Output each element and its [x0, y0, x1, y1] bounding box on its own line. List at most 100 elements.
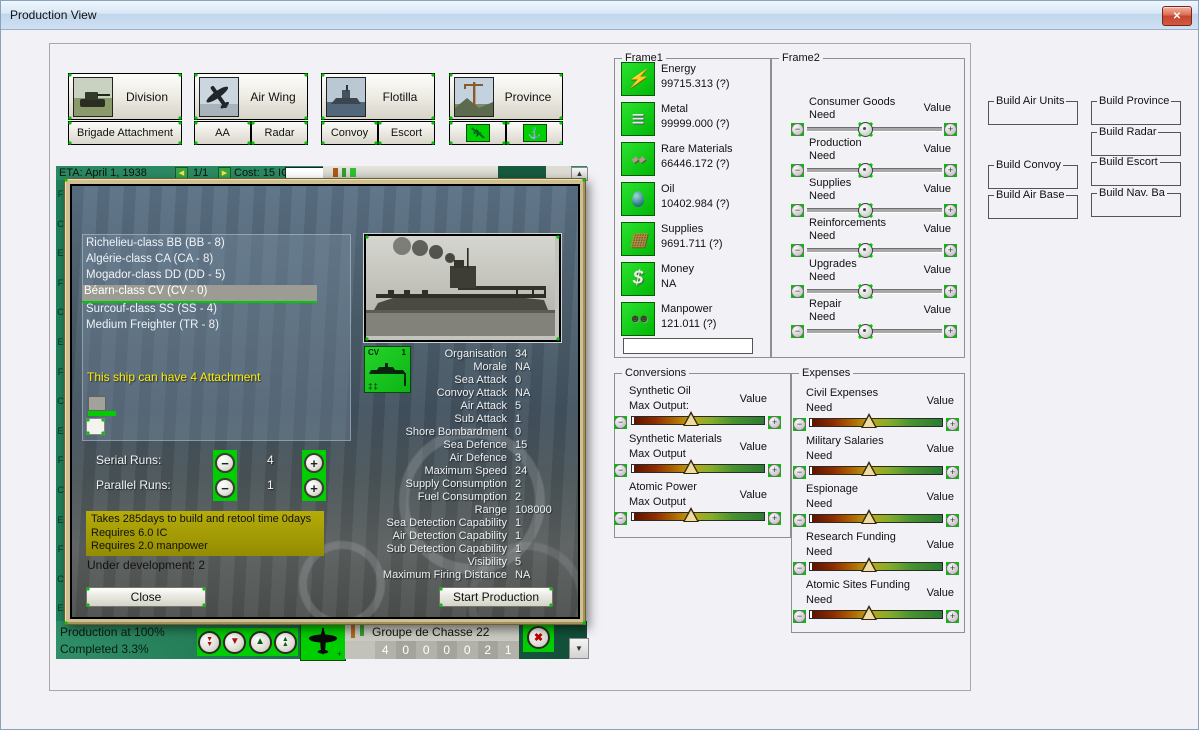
increase-button[interactable]: +	[946, 562, 959, 575]
scroll-down-button[interactable]: ▼	[569, 638, 589, 659]
decrease-button[interactable]: −	[614, 464, 627, 477]
increase-button[interactable]: +	[768, 512, 781, 525]
minus-icon: −	[791, 244, 804, 257]
convoy-button[interactable]: Convoy	[321, 121, 378, 145]
increase-button[interactable]: +	[946, 418, 959, 431]
minus-icon: −	[791, 325, 804, 338]
move-down-button[interactable]: ▼	[223, 630, 247, 654]
aa-button[interactable]: AA	[194, 121, 251, 145]
slider-thumb[interactable]	[858, 122, 873, 137]
air-wing-button[interactable]: Air Wing	[194, 73, 308, 120]
slider-value-label: Value	[926, 587, 954, 599]
ship-photo	[363, 233, 562, 343]
increase-button[interactable]: +	[946, 514, 959, 527]
decrease-button[interactable]: −	[793, 466, 806, 479]
unit-stat-cell: 0	[436, 641, 457, 659]
increase-button[interactable]: +	[768, 464, 781, 477]
plus-icon: +	[946, 466, 959, 479]
slider-thumb[interactable]	[683, 411, 699, 426]
slider-thumb[interactable]	[858, 284, 873, 299]
start-production-button[interactable]: Start Production	[439, 587, 553, 607]
increase-button[interactable]: +	[944, 285, 957, 298]
decrease-button[interactable]: −	[791, 164, 804, 177]
decrease-button[interactable]: −	[791, 204, 804, 217]
parallel-runs-increase-button[interactable]: +	[302, 475, 326, 501]
resource-value: 10402.984 (?)	[661, 198, 730, 210]
decrease-button[interactable]: −	[791, 123, 804, 136]
slider-thumb[interactable]	[683, 507, 699, 522]
stat-row: Range 108000	[474, 504, 552, 516]
slider-thumb[interactable]	[861, 509, 877, 524]
plus-icon: +	[304, 478, 324, 498]
decrease-button[interactable]: −	[791, 285, 804, 298]
decrease-button[interactable]: −	[793, 562, 806, 575]
flotilla-image	[326, 76, 366, 117]
increase-button[interactable]: +	[944, 164, 957, 177]
decrease-button[interactable]: −	[791, 244, 804, 257]
slider-thumb[interactable]	[861, 557, 877, 572]
decrease-button[interactable]: −	[793, 514, 806, 527]
brigade-attachment-button[interactable]: Brigade Attachment	[68, 121, 182, 145]
flotilla-button[interactable]: Flotilla	[321, 73, 435, 120]
attachment-slot[interactable]	[88, 396, 106, 411]
cancel-production-button[interactable]: ✖	[527, 626, 550, 649]
slider-track[interactable]	[807, 329, 942, 334]
province-image	[454, 76, 494, 117]
close-window-button[interactable]: ✕	[1162, 6, 1192, 26]
decrease-button[interactable]: −	[614, 416, 627, 429]
slider-thumb[interactable]	[858, 324, 873, 339]
slider-track[interactable]	[807, 208, 942, 213]
division-button[interactable]: Division	[68, 73, 182, 120]
right-arrow-icon: ▶	[221, 170, 228, 177]
slider-thumb[interactable]	[861, 461, 877, 476]
slider-sublabel: Need	[809, 109, 836, 121]
increase-button[interactable]: +	[944, 123, 957, 136]
conversions-frame-title: Conversions	[622, 367, 690, 379]
close-button[interactable]: Close	[86, 587, 206, 607]
slider-thumb[interactable]	[861, 413, 877, 428]
slider-track[interactable]	[807, 127, 942, 132]
radar-button[interactable]: Radar	[251, 121, 308, 145]
escort-button[interactable]: Escort	[378, 121, 435, 145]
decrease-button[interactable]: −	[791, 325, 804, 338]
resource-name: Oil	[661, 183, 675, 195]
slider-thumb[interactable]	[858, 163, 873, 178]
build-navalbase-button[interactable]: ⚓	[506, 121, 563, 145]
decrease-button[interactable]: −	[793, 610, 806, 623]
move-top-button[interactable]: ▲ ▲	[273, 630, 297, 654]
increase-button[interactable]: +	[944, 204, 957, 217]
increase-button[interactable]: +	[946, 466, 959, 479]
build-airbase-button[interactable]: ✈	[449, 121, 506, 145]
resource-row-energy: Energy 99715.313 (?)	[621, 62, 767, 96]
ship-class-item[interactable]: Mogador-class DD (DD - 5)	[84, 269, 326, 285]
ship-class-item-selected[interactable]: Béarn-class CV (CV - 0)	[82, 285, 317, 303]
increase-button[interactable]: +	[768, 416, 781, 429]
slider-thumb[interactable]	[861, 605, 877, 620]
slider-thumb[interactable]	[858, 203, 873, 218]
province-button[interactable]: Province	[449, 73, 563, 120]
decrease-button[interactable]: −	[614, 512, 627, 525]
serial-runs-decrease-button[interactable]: −	[213, 450, 237, 476]
serial-runs-increase-button[interactable]: +	[302, 450, 326, 476]
ship-class-item[interactable]: Algérie-class CA (CA - 8)	[84, 253, 326, 269]
increase-button[interactable]: +	[944, 244, 957, 257]
attachment-slot[interactable]	[86, 418, 105, 435]
air-unit-queue-item[interactable]: +	[300, 622, 346, 661]
minus-icon: −	[215, 453, 235, 473]
slider-track[interactable]	[807, 168, 942, 173]
ship-class-item[interactable]: Medium Freighter (TR - 8)	[84, 319, 326, 335]
ship-class-item[interactable]: Richelieu-class BB (BB - 8)	[84, 237, 326, 253]
slider-thumb[interactable]	[858, 243, 873, 258]
decrease-button[interactable]: −	[793, 418, 806, 431]
ship-class-item[interactable]: Surcouf-class SS (SS - 4)	[84, 303, 326, 319]
resource-name: Supplies	[661, 223, 704, 235]
increase-button[interactable]: +	[946, 610, 959, 623]
slider-track[interactable]	[807, 289, 942, 294]
resource-textbox[interactable]	[623, 338, 753, 354]
parallel-runs-decrease-button[interactable]: −	[213, 475, 237, 501]
slider-thumb[interactable]	[683, 459, 699, 474]
move-bottom-button[interactable]: ▼ ▼	[198, 630, 222, 654]
slider-track[interactable]	[807, 248, 942, 253]
move-up-button[interactable]: ▲	[248, 630, 272, 654]
increase-button[interactable]: +	[944, 325, 957, 338]
